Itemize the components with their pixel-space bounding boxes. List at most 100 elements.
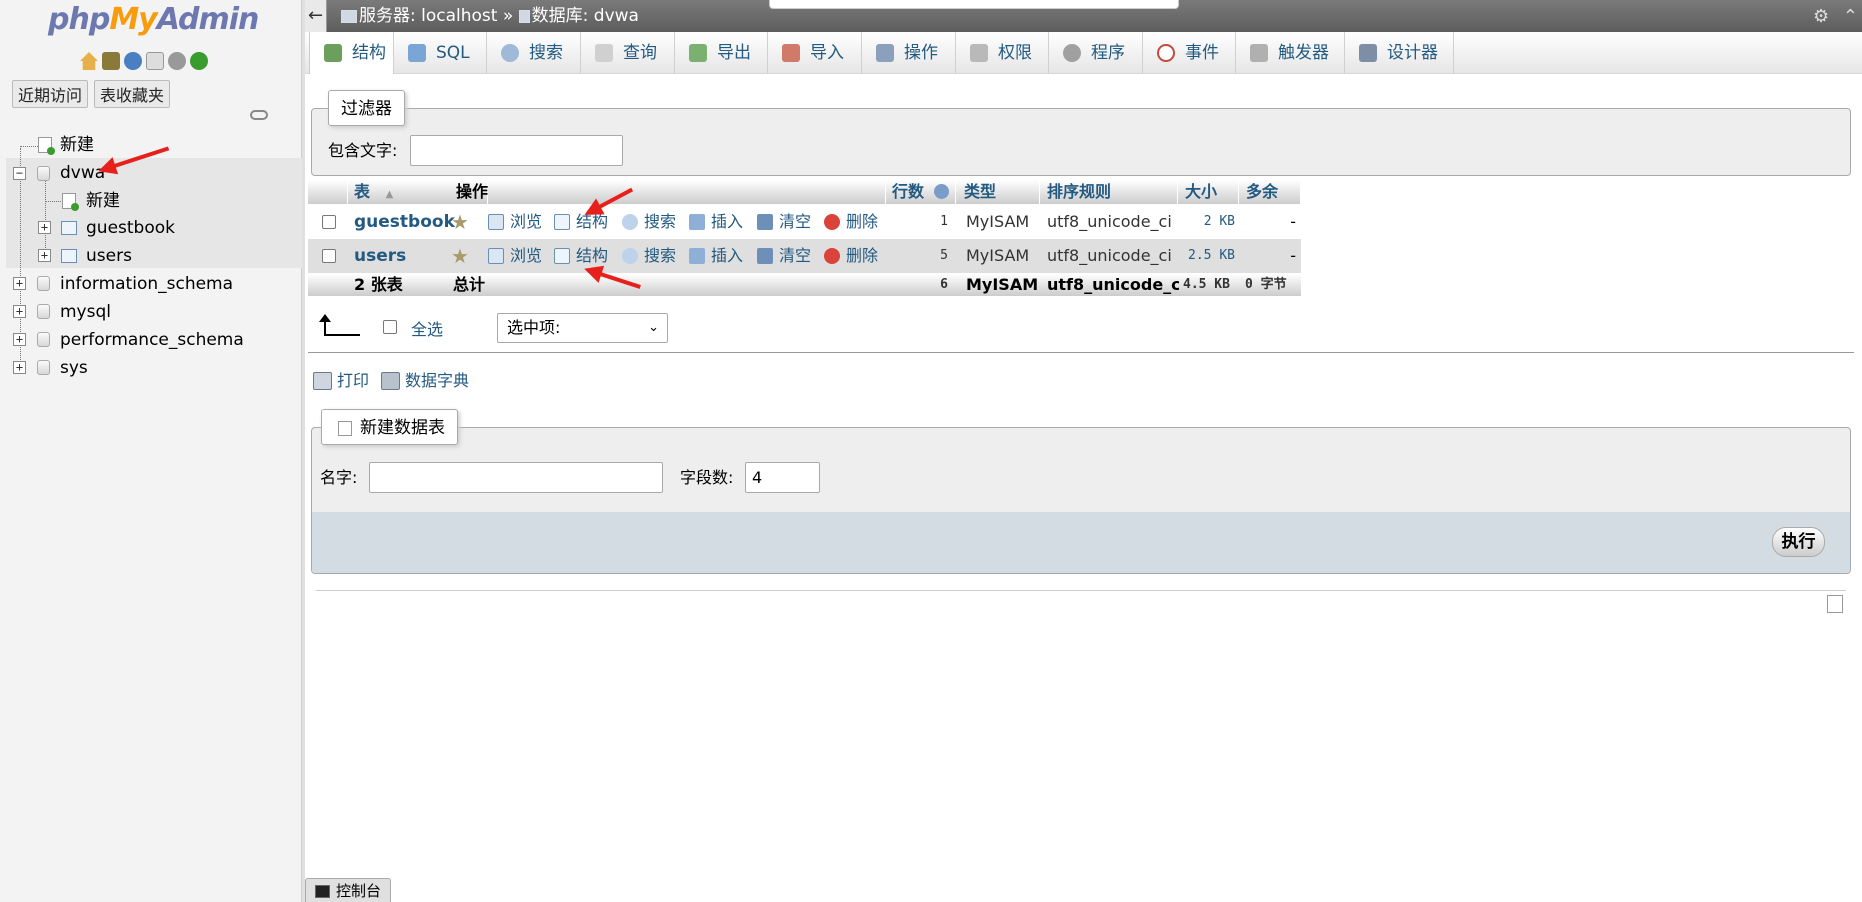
tab-export[interactable]: 导出 — [675, 32, 768, 74]
totals-row: 2 张表 总计 6 MyISAM utf8_unicode_ci 4.5 KB … — [308, 274, 1301, 296]
import-icon — [782, 44, 800, 62]
table-name-label: 名字: — [320, 468, 358, 487]
collapse-icon[interactable]: − — [13, 167, 26, 180]
browse-link[interactable]: 浏览 — [488, 205, 542, 239]
insert-link[interactable]: 插入 — [689, 239, 743, 273]
tab-sql[interactable]: SQL — [394, 32, 487, 74]
table-name-input[interactable] — [369, 462, 663, 493]
clock-icon — [1157, 44, 1175, 62]
help-icon[interactable] — [124, 52, 142, 70]
drop-link[interactable]: 删除 — [824, 205, 878, 239]
breadcrumb-server[interactable]: 服务器: localhost — [359, 6, 497, 26]
tab-events[interactable]: 事件 — [1143, 32, 1236, 74]
data-dictionary-link[interactable]: 数据字典 — [381, 369, 469, 393]
settings-gear-icon[interactable]: ⚙ — [1813, 6, 1829, 27]
header-rows[interactable]: 行数 — [886, 180, 956, 204]
tab-designer[interactable]: 设计器 — [1345, 32, 1454, 74]
tab-triggers[interactable]: 触发器 — [1236, 32, 1345, 74]
table-size[interactable]: 2.5 KB — [1179, 239, 1235, 273]
table-name-link[interactable]: users — [354, 239, 406, 273]
tree-line — [20, 146, 38, 147]
search-link[interactable]: 搜索 — [622, 205, 676, 239]
reload-icon[interactable] — [190, 52, 208, 70]
empty-link[interactable]: 清空 — [757, 239, 811, 273]
drop-icon — [824, 248, 840, 264]
print-link[interactable]: 打印 — [313, 369, 369, 393]
expand-icon[interactable]: + — [13, 277, 26, 290]
help-icon[interactable] — [934, 184, 950, 199]
breadcrumb-database[interactable]: 数据库: dvwa — [532, 6, 639, 26]
header-type[interactable]: 类型 — [958, 180, 1040, 204]
table-row: users ★ 浏览 结构 搜索 插入 清空 删除 5 MyISAM utf8_… — [308, 239, 1301, 273]
expand-icon[interactable]: + — [38, 221, 51, 234]
link-with-main-icon[interactable] — [250, 110, 268, 120]
triggers-icon — [1250, 44, 1268, 62]
nav-resize-handle[interactable] — [302, 0, 305, 902]
expand-icon[interactable]: + — [13, 361, 26, 374]
favorite-star-icon[interactable]: ★ — [451, 205, 469, 239]
tab-routines[interactable]: 程序 — [1049, 32, 1143, 74]
select-all-checkbox[interactable] — [383, 320, 397, 334]
logout-icon[interactable] — [102, 52, 120, 70]
header-collation[interactable]: 排序规则 — [1041, 180, 1178, 204]
dictionary-icon — [381, 372, 400, 390]
docs-icon[interactable] — [146, 52, 164, 70]
empty-link[interactable]: 清空 — [757, 205, 811, 239]
nav-db-mysql[interactable]: mysql — [60, 298, 111, 326]
expand-icon[interactable]: + — [13, 333, 26, 346]
expand-icon[interactable]: + — [13, 305, 26, 318]
nav-db-information-schema[interactable]: information_schema — [60, 270, 233, 298]
row-checkbox[interactable] — [322, 249, 336, 263]
tab-structure[interactable]: 结构 — [309, 32, 394, 74]
tab-query[interactable]: 查询 — [581, 32, 675, 74]
tree-line — [45, 201, 61, 202]
topbar-controls: ⚙ ⌃ — [1813, 6, 1858, 27]
page-settings-icon[interactable] — [1827, 595, 1843, 613]
header-size[interactable]: 大小 — [1179, 180, 1239, 204]
tab-operations[interactable]: 操作 — [862, 32, 956, 74]
table-size[interactable]: 2 KB — [1179, 205, 1235, 239]
designer-icon — [1359, 44, 1377, 62]
new-table-icon — [62, 193, 79, 211]
tab-import[interactable]: 导入 — [768, 32, 862, 74]
nav-db-performance-schema[interactable]: performance_schema — [60, 326, 244, 354]
gear-icon[interactable] — [168, 52, 186, 70]
drop-link[interactable]: 删除 — [824, 239, 878, 273]
table-name-link[interactable]: guestbook — [354, 205, 455, 239]
with-selected-dropdown[interactable]: 选中项: ⌄ — [497, 313, 668, 343]
nav-db-sys[interactable]: sys — [60, 354, 88, 382]
console-toggle[interactable]: 控制台 — [305, 878, 391, 902]
total-collation: utf8_unicode_ci — [1047, 275, 1179, 294]
browse-link[interactable]: 浏览 — [488, 239, 542, 273]
nav-new-table[interactable]: 新建 — [86, 187, 120, 215]
phpmyadmin-logo[interactable]: phpMyAdmin — [48, 2, 259, 37]
total-size: 4.5 KB — [1183, 277, 1230, 292]
search-link[interactable]: 搜索 — [622, 239, 676, 273]
go-button[interactable]: 执行 — [1772, 527, 1825, 557]
select-all-label[interactable]: 全选 — [411, 316, 443, 340]
browse-icon — [488, 248, 504, 264]
columns-count-input[interactable] — [745, 462, 820, 493]
insert-link[interactable]: 插入 — [689, 205, 743, 239]
table-row: guestbook ★ 浏览 结构 搜索 插入 清空 删除 1 MyISAM u… — [308, 205, 1301, 239]
filter-text-input[interactable] — [410, 135, 623, 166]
recent-tables-button[interactable]: 近期访问 — [12, 80, 89, 108]
header-overhead[interactable]: 多余 — [1240, 180, 1301, 204]
row-count: 1 — [940, 214, 948, 229]
empty-icon — [757, 248, 773, 264]
nav-table-guestbook[interactable]: guestbook — [86, 214, 175, 242]
engine-type: MyISAM — [966, 246, 1030, 265]
row-checkbox[interactable] — [322, 215, 336, 229]
collapse-nav-button[interactable]: ← — [305, 0, 327, 32]
insert-icon — [689, 214, 705, 230]
nav-new-database[interactable]: 新建 — [60, 131, 94, 159]
nav-table-users[interactable]: users — [86, 242, 132, 270]
favorite-star-icon[interactable]: ★ — [451, 239, 469, 273]
filter-legend: 过滤器 — [328, 90, 405, 126]
tab-privileges[interactable]: 权限 — [956, 32, 1049, 74]
tab-search[interactable]: 搜索 — [487, 32, 581, 74]
home-icon[interactable] — [80, 52, 98, 70]
favorite-tables-button[interactable]: 表收藏夹 — [94, 80, 171, 108]
expand-icon[interactable]: + — [38, 249, 51, 262]
collapse-top-icon[interactable]: ⌃ — [1843, 6, 1858, 27]
